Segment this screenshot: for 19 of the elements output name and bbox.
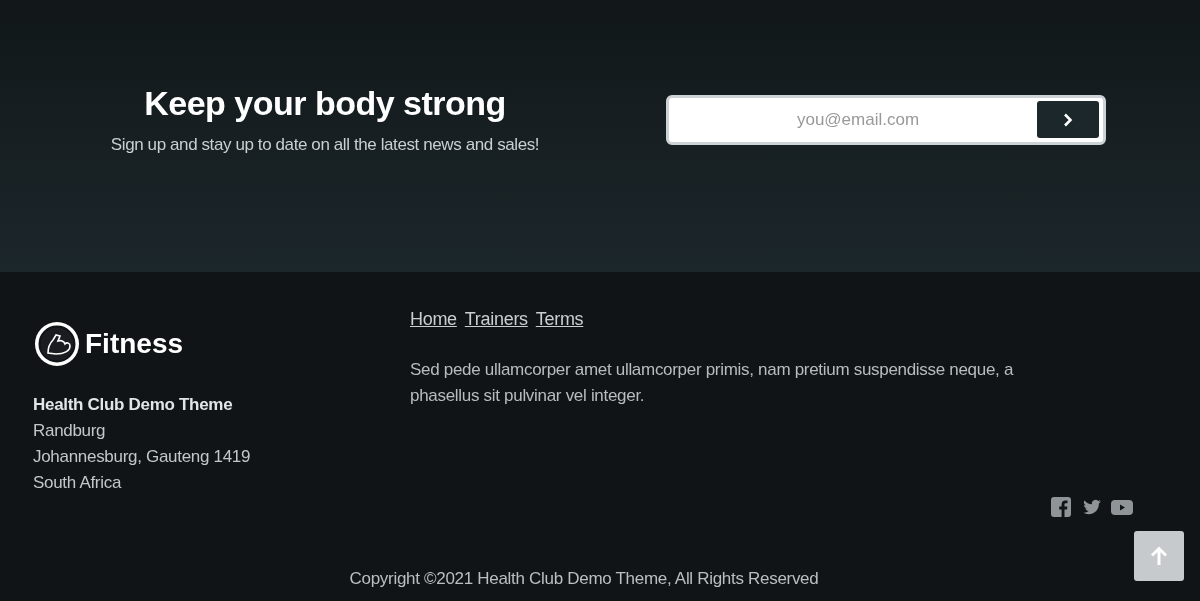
arrow-up-icon [1150,546,1168,566]
chevron-right-icon [1063,113,1073,127]
footer-description: Sed pede ullamcorper amet ullamcorper primis, nam pretium suspendisse neque, a phasellus sit pulvinar vel integer. [410,359,1015,407]
brand-name: Fitness [85,327,184,361]
newsletter-subtext: Sign up and stay up to date on all the latest news and sales! [109,133,541,156]
newsletter-heading: Keep your body strong [143,82,507,124]
facebook-icon[interactable] [1050,496,1074,518]
footer-link[interactable]: Trainers [464,306,528,333]
email-input[interactable]: you@email.com [679,106,1037,134]
submit-button[interactable] [1037,101,1099,139]
address-line: Randburg [33,420,107,442]
footer-link[interactable]: Home [410,306,457,333]
address-line: Johannesburg, Gauteng 1419 [33,446,252,468]
company-name: Health Club Demo Theme [33,394,234,416]
address-line: South Africa [33,472,123,494]
email-field[interactable]: you@email.com [666,95,1106,145]
copyright-text: Copyright ©2021 Health Club Demo Theme, All Rights Reserved [348,567,820,590]
footer-link[interactable]: Terms [535,306,584,333]
logo-icon [33,320,81,368]
